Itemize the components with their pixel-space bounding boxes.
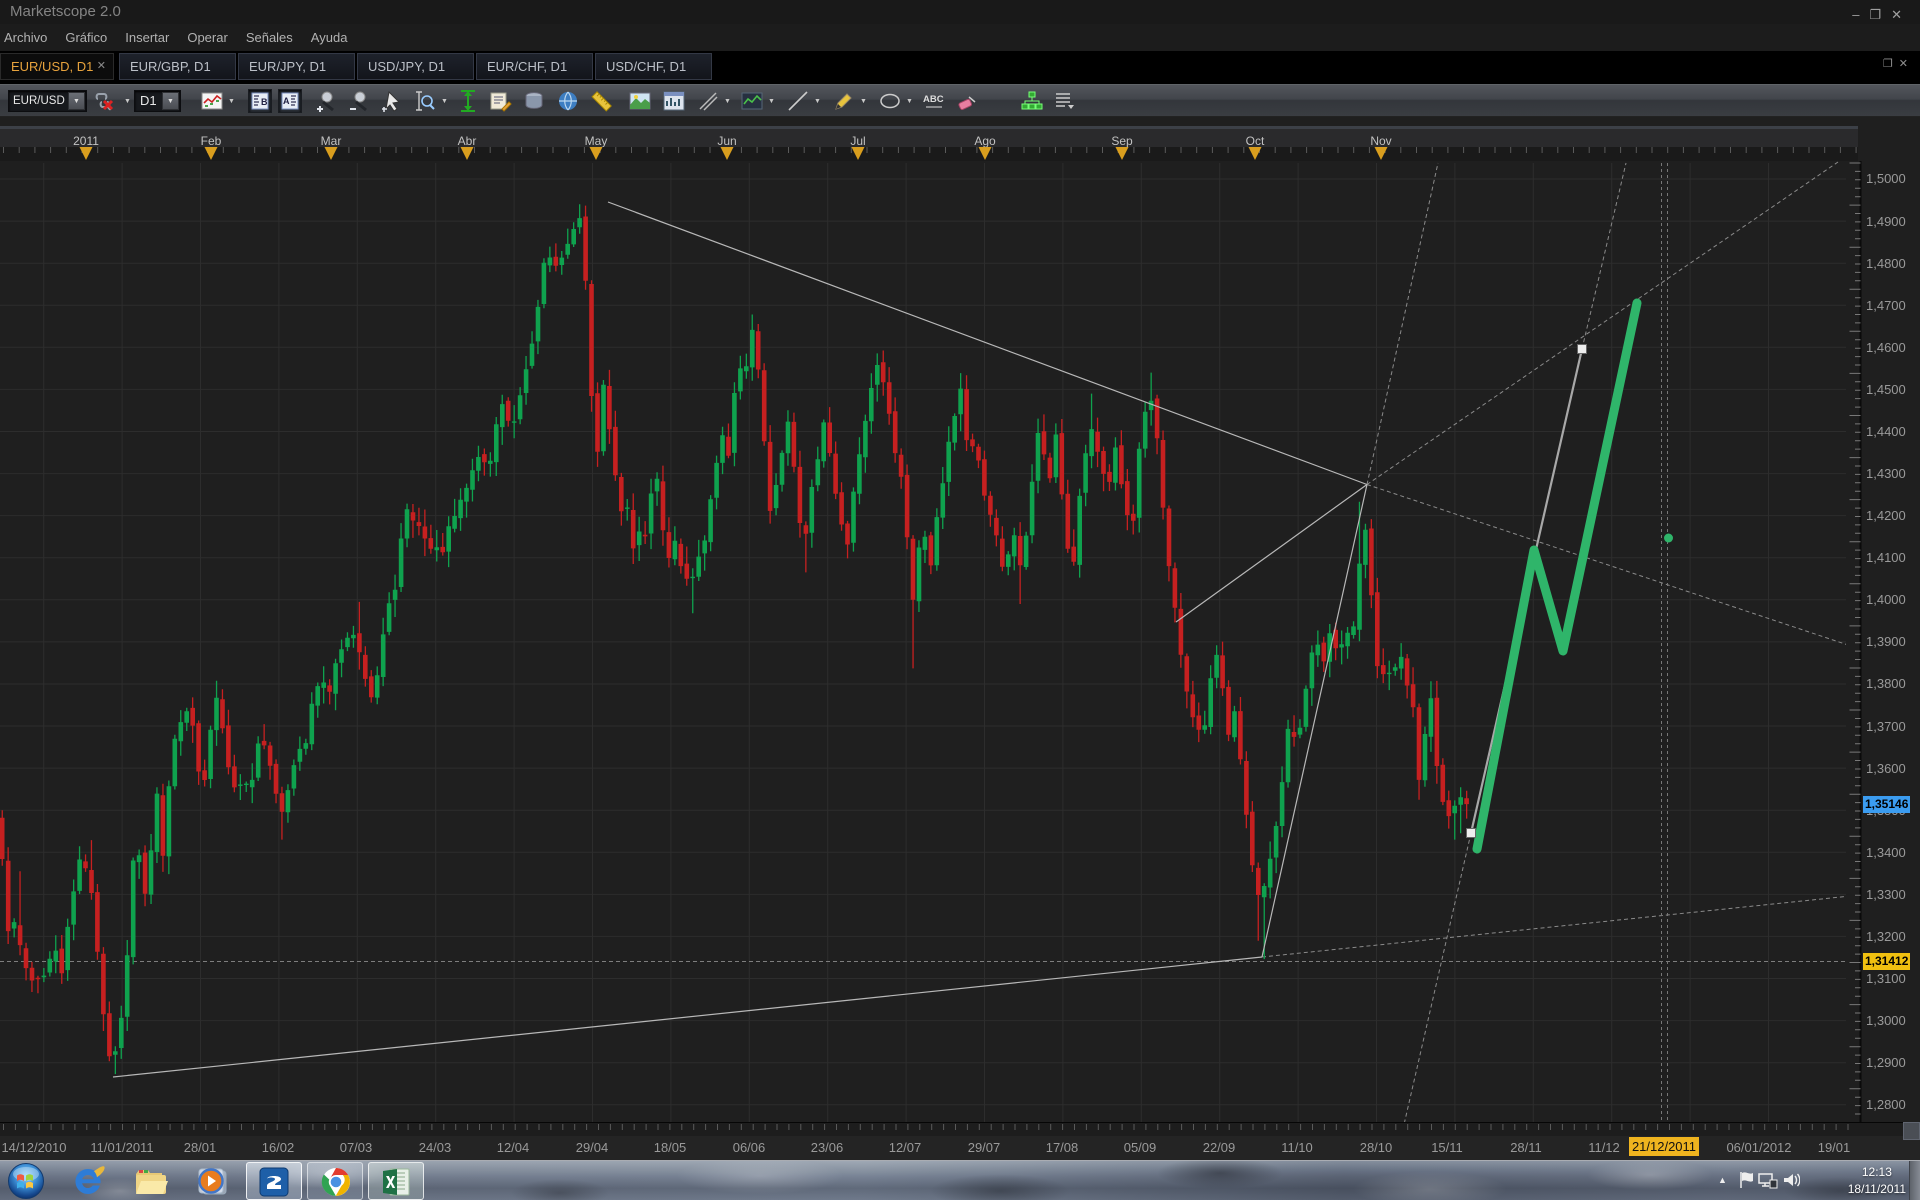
- svg-text:B: B: [261, 97, 268, 107]
- svg-text:A: A: [283, 96, 290, 106]
- svg-text:ABC: ABC: [923, 94, 944, 105]
